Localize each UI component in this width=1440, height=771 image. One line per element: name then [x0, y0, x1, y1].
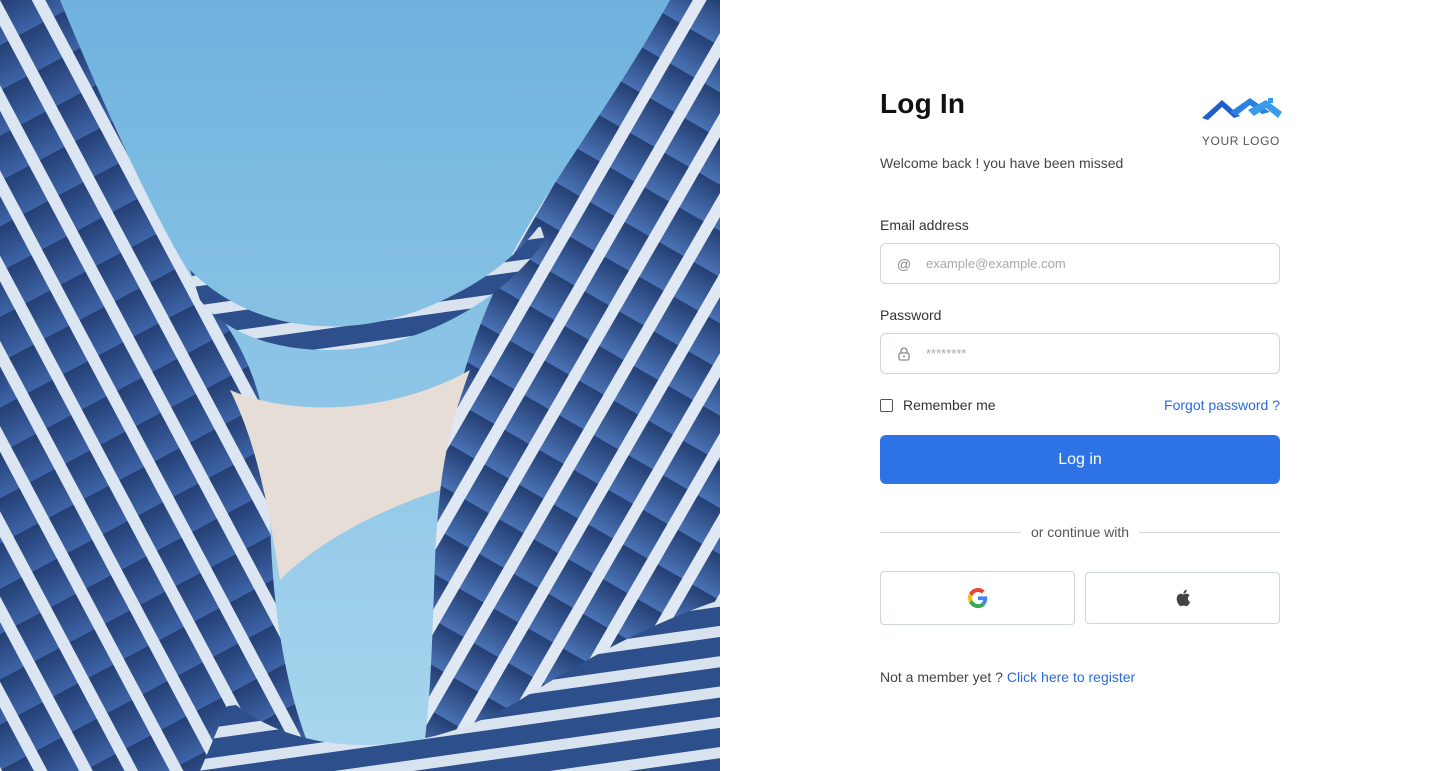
hero-image [0, 0, 720, 771]
divider-line-right [1139, 531, 1280, 533]
apple-icon [1176, 589, 1190, 607]
register-link[interactable]: Click here to register [1007, 669, 1135, 685]
logo-text: YOUR LOGO [1201, 134, 1280, 148]
register-prompt-text: Not a member yet ? [880, 669, 1003, 685]
email-field-container: @ [880, 243, 1280, 284]
apple-login-button[interactable] [1085, 572, 1280, 624]
logo-roof-icon [1202, 98, 1282, 120]
page-subtitle: Welcome back ! you have been missed [880, 155, 1124, 171]
login-options: Remember me Forgot password ? [880, 397, 1280, 413]
brand-logo: YOUR LOGO [1200, 98, 1282, 148]
login-panel: YOUR LOGO Log In Welcome back ! you have… [720, 0, 1440, 771]
remember-label: Remember me [903, 397, 996, 413]
social-divider: or continue with [880, 524, 1280, 540]
social-login-buttons [880, 571, 1280, 625]
password-label: Password [880, 307, 942, 323]
google-icon [967, 588, 987, 608]
login-form: YOUR LOGO Log In Welcome back ! you have… [880, 88, 1282, 685]
google-login-button[interactable] [880, 571, 1075, 625]
password-field-container [880, 333, 1280, 374]
forgot-password-link[interactable]: Forgot password ? [1164, 397, 1280, 413]
password-input[interactable] [926, 338, 1279, 369]
email-label: Email address [880, 217, 969, 233]
divider-text: or continue with [1030, 524, 1130, 540]
login-button[interactable]: Log in [880, 435, 1280, 484]
divider-line-left [880, 531, 1021, 533]
remember-me[interactable]: Remember me [880, 397, 996, 413]
remember-checkbox[interactable] [880, 398, 893, 412]
register-prompt: Not a member yet ? Click here to registe… [880, 669, 1280, 685]
at-icon: @ [896, 255, 912, 272]
lock-icon [896, 346, 912, 362]
email-input[interactable] [926, 248, 1279, 279]
